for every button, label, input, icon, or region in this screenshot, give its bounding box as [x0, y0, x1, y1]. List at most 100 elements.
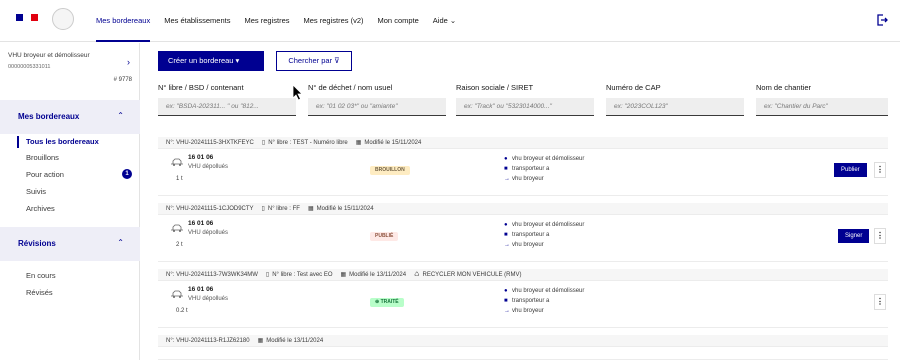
bordereau-card[interactable]: 16 01 06 VHU dépollués 0.2 t ⊕ TRAITÉ ● v… — [158, 281, 888, 328]
bordereau-card[interactable]: 16 01 06 VHU dépollués 2 t PUBLIÉ ● vhu b… — [158, 215, 888, 262]
more-options-icon[interactable]: ⋮ — [874, 162, 886, 178]
bookmark-icon: ▯ — [261, 205, 265, 212]
top-header: Mes bordereaux Mes établissements Mes re… — [0, 0, 900, 42]
mouse-cursor-icon — [292, 84, 303, 101]
nav-mes-etablissements[interactable]: Mes établissements — [164, 0, 230, 42]
waste-weight: 0.2 t — [176, 308, 188, 314]
bordereau-id: N°: VHU-20241113-7W3WK34MW — [166, 272, 258, 278]
sidebar-item-revises[interactable]: Révisés — [26, 288, 53, 297]
sidebar-item-tous[interactable]: Tous les bordereaux — [26, 137, 99, 146]
filter-label: N° libre / BSD / contenant — [158, 83, 244, 92]
emitter-name: vhu broyeur et démolisseur — [512, 156, 585, 162]
bordereau-id: N°: VHU-20241115-1CJOD9CTY — [166, 206, 254, 212]
filter-cap-input[interactable]: ex: "2023COL123" — [606, 98, 744, 116]
actors-list: ● vhu broyeur et démolisseur ■ transporteu… — [504, 154, 584, 184]
company-name: VHU broyeur et démolisseur — [8, 52, 90, 59]
chevron-up-icon: ⌃ — [117, 111, 124, 120]
filter-label: Raison sociale / SIRET — [456, 83, 534, 92]
emitter-name: vhu broyeur et démolisseur — [512, 288, 585, 294]
filter-label: Nom de chantier — [756, 83, 812, 92]
car-icon — [171, 290, 183, 298]
sidebar: VHU broyeur et démolisseur › 00000005331… — [0, 43, 140, 360]
waste-weight: 2 t — [176, 242, 183, 248]
filter-label: N° de déchet / nom usuel — [308, 83, 393, 92]
signer-button[interactable]: Signer — [838, 229, 870, 243]
destination-name: vhu broyeur — [512, 176, 544, 182]
bordereau-card[interactable]: 16 01 06 VHU dépollués 1 t BROUILLON ● vh… — [158, 149, 888, 196]
transporter-name: transporteur a — [512, 298, 550, 304]
calendar-icon: ▦ — [307, 205, 314, 212]
destination-name: vhu broyeur — [512, 308, 544, 314]
arrow-right-icon: → — [504, 176, 510, 182]
emitter-name: vhu broyeur et démolisseur — [512, 222, 585, 228]
more-options-icon[interactable]: ⋮ — [874, 228, 886, 244]
truck-icon: ■ — [504, 166, 508, 172]
eco-organisme: RECYCLER MON VEHICULE (RMV) — [422, 271, 522, 278]
waste-code: 16 01 06 — [188, 154, 214, 161]
bookmark-icon: ▯ — [265, 271, 270, 278]
section-revisions[interactable]: Révisions ⌃ — [0, 227, 140, 261]
filter-siret-input[interactable]: ex: "Track" ou "5323014000..." — [456, 98, 594, 116]
filter-bsd-input[interactable]: ex: "BSDA-202311... " ou "812... — [158, 98, 296, 116]
calendar-icon: ▦ — [257, 337, 264, 344]
section-title: Révisions — [18, 239, 56, 248]
car-icon — [171, 224, 183, 232]
nav-mes-bordereaux[interactable]: Mes bordereaux — [96, 0, 151, 42]
main-nav: Mes bordereaux Mes établissements Mes re… — [96, 0, 456, 42]
filter-label: Numéro de CAP — [606, 83, 661, 92]
logout-icon[interactable] — [876, 14, 888, 26]
nav-mes-registres[interactable]: Mes registres — [244, 0, 289, 42]
search-by-button[interactable]: Chercher par ⊽ — [276, 51, 352, 71]
calendar-icon: ▦ — [340, 271, 347, 278]
waste-description: VHU dépollués — [188, 230, 229, 236]
bordereau-card-header: N°: VHU-20241113-7W3WK34MW ▯ N° libre : T… — [158, 269, 888, 281]
numero-libre: N° libre : TEST - Numéro libre — [268, 139, 348, 146]
bordereau-id: N°: VHU-20241113-R1JZ62180 — [166, 338, 250, 344]
actors-list: ● vhu broyeur et démolisseur ■ transporteu… — [504, 220, 584, 250]
status-badge: ⊕ TRAITÉ — [370, 298, 404, 307]
transporter-name: transporteur a — [512, 166, 550, 172]
bordereau-card[interactable] — [158, 347, 888, 360]
calendar-icon: ▦ — [355, 139, 362, 146]
trackdechets-logo[interactable] — [52, 8, 74, 30]
sidebar-item-en-cours[interactable]: En cours — [26, 271, 56, 280]
nav-aide[interactable]: Aide ⌄ — [433, 0, 456, 42]
arrow-right-icon: → — [504, 308, 510, 314]
republique-francaise-logo — [16, 14, 38, 21]
sidebar-item-brouillons[interactable]: Brouillons — [26, 153, 59, 162]
section-mes-bordereaux[interactable]: Mes bordereaux ⌃ — [0, 100, 140, 134]
bordereau-card-header: N°: VHU-20241115-3HXTKFEYC ▯ N° libre : T… — [158, 137, 888, 149]
filter-chantier-input[interactable]: ex: "Chantier du Parc" — [756, 98, 888, 116]
car-icon — [171, 158, 183, 166]
bordereau-id: N°: VHU-20241115-3HXTKFEYC — [166, 140, 254, 146]
pour-action-badge: 1 — [122, 169, 132, 179]
active-indicator — [17, 136, 19, 148]
numero-libre: N° libre : Test avec EO — [272, 271, 333, 278]
truck-icon: ■ — [504, 232, 508, 238]
publier-button[interactable]: Publier — [834, 163, 867, 177]
location-pin-icon: ● — [504, 288, 508, 294]
waste-description: VHU dépollués — [188, 296, 229, 302]
sidebar-item-pour-action[interactable]: Pour action — [26, 170, 64, 179]
nav-mes-registres-v2[interactable]: Mes registres (v2) — [304, 0, 364, 42]
sidebar-item-archives[interactable]: Archives — [26, 204, 55, 213]
create-bordereau-button[interactable]: Créer un bordereau ▾ — [158, 51, 264, 71]
modified-date: Modifié le 15/11/2024 — [316, 205, 374, 212]
numero-libre: N° libre : FF — [267, 205, 300, 212]
location-pin-icon: ● — [504, 156, 508, 162]
chevron-right-icon: › — [127, 57, 130, 67]
status-badge: PUBLIÉ — [370, 232, 399, 241]
waste-description: VHU dépollués — [188, 164, 229, 170]
transporter-name: transporteur a — [512, 232, 550, 238]
nav-mon-compte[interactable]: Mon compte — [378, 0, 419, 42]
sidebar-item-suivis[interactable]: Suivis — [26, 187, 46, 196]
modified-date: Modifié le 13/11/2024 — [266, 337, 324, 344]
truck-icon: ■ — [504, 298, 508, 304]
actors-list: ● vhu broyeur et démolisseur ■ transporteu… — [504, 286, 584, 316]
filter-dechet-input[interactable]: ex: "01 02 03*" ou "amiante" — [308, 98, 446, 116]
modified-date: Modifié le 15/11/2024 — [364, 139, 422, 146]
company-siret: 00000005331011 — [8, 64, 51, 70]
company-selector[interactable]: VHU broyeur et démolisseur › 00000005331… — [8, 51, 132, 83]
chevron-up-icon: ⌃ — [117, 238, 124, 247]
more-options-icon[interactable]: ⋮ — [874, 294, 886, 310]
